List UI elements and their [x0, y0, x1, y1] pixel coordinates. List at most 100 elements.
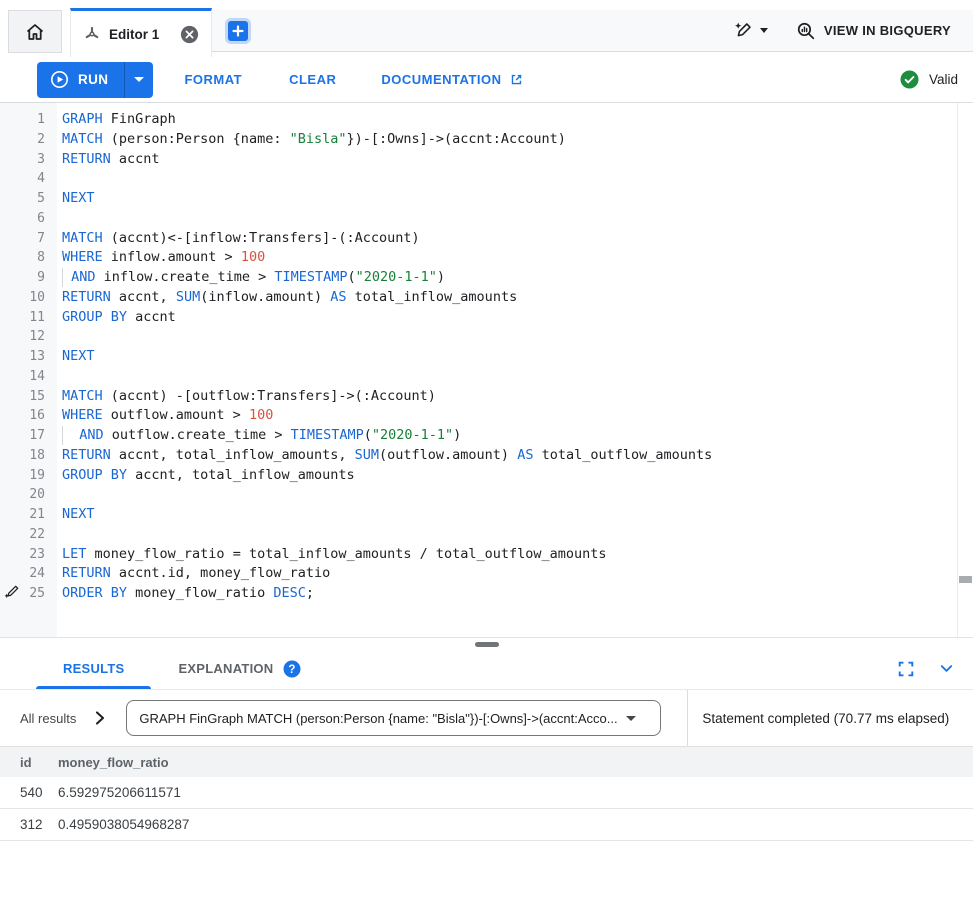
- code-text: MATCH (accnt)<-[inflow:Transfers]-(:Acco…: [62, 229, 420, 249]
- bigquery-studio-window: VIEW IN BIGQUERY Editor 1: [0, 0, 973, 902]
- statement-dropdown[interactable]: GRAPH FinGraph MATCH (person:Person {nam…: [126, 700, 661, 736]
- code-line[interactable]: 2 MATCH (person:Person {name: "Bisla"})-[…: [0, 130, 958, 150]
- all-results-expand-button[interactable]: [91, 709, 109, 727]
- code-editor[interactable]: 1GRAPH FinGraph2 MATCH (person:Person {na…: [0, 103, 973, 638]
- line-number: 9: [0, 268, 45, 288]
- code-line[interactable]: 1GRAPH FinGraph: [0, 110, 958, 130]
- code-line[interactable]: 8WHERE inflow.amount > 100: [0, 248, 958, 268]
- code-line[interactable]: 16WHERE outflow.amount > 100: [0, 406, 958, 426]
- add-editor-tab-button[interactable]: [228, 21, 248, 41]
- caret-down-icon: [760, 28, 768, 33]
- code-line[interactable]: 19 GROUP BY accnt, total_inflow_amounts: [0, 466, 958, 486]
- line-number: 10: [0, 288, 45, 308]
- run-options-button[interactable]: [124, 62, 153, 98]
- code-text: GROUP BY accnt: [62, 308, 176, 328]
- results-panel: RESULTS EXPLANATION ?: [0, 639, 973, 902]
- code-line[interactable]: 21NEXT: [0, 505, 958, 525]
- code-line[interactable]: 22: [0, 525, 958, 545]
- column-header-money-flow-ratio: money_flow_ratio: [58, 755, 973, 770]
- code-text: AND outflow.create_time > TIMESTAMP("202…: [62, 426, 461, 446]
- code-line[interactable]: 4: [0, 169, 958, 189]
- chevron-down-icon: [938, 660, 955, 677]
- editor-scrollbar-thumb[interactable]: [959, 576, 972, 583]
- code-text: RETURN accnt.id, money_flow_ratio: [62, 564, 330, 584]
- code-text: ORDER BY money_flow_ratio DESC;: [62, 584, 314, 604]
- code-line[interactable]: 25ORDER BY money_flow_ratio DESC;: [0, 584, 958, 604]
- play-icon: [50, 70, 69, 89]
- code-text: LET money_flow_ratio = total_inflow_amou…: [62, 545, 607, 565]
- tab-strip: VIEW IN BIGQUERY: [212, 10, 973, 52]
- code-line[interactable]: 15 MATCH (accnt) -[outflow:Transfers]->(:…: [0, 387, 958, 407]
- valid-label: Valid: [929, 72, 958, 87]
- code-line[interactable]: 5NEXT: [0, 189, 958, 209]
- code-line[interactable]: 18RETURN accnt, total_inflow_amounts, SU…: [0, 446, 958, 466]
- results-panel-actions: [897, 648, 973, 689]
- code-text: GRAPH FinGraph: [62, 110, 176, 130]
- query-validity-status: Valid: [900, 70, 958, 89]
- code-text: NEXT: [62, 189, 95, 209]
- column-header-id: id: [0, 755, 58, 770]
- all-results-label: All results: [20, 711, 76, 726]
- home-tab[interactable]: [8, 10, 62, 53]
- results-table-header: id money_flow_ratio: [0, 747, 973, 777]
- tools-icon: [83, 25, 101, 43]
- code-line[interactable]: 3RETURN accnt: [0, 150, 958, 170]
- results-table-body: 5406.5929752066115713120.495903805496828…: [0, 777, 973, 841]
- line-number: 15: [0, 387, 45, 407]
- code-text: RETURN accnt, SUM(inflow.amount) AS tota…: [62, 288, 517, 308]
- code-line[interactable]: 6: [0, 209, 958, 229]
- home-icon: [23, 20, 47, 44]
- collapse-panel-button[interactable]: [938, 660, 955, 677]
- line-number: 2: [0, 130, 45, 150]
- help-icon[interactable]: ?: [283, 660, 301, 678]
- tab-editor-1[interactable]: Editor 1: [70, 8, 212, 57]
- statement-status-section: Statement completed (70.77 ms elapsed): [687, 690, 973, 746]
- cell-id: 540: [0, 785, 58, 800]
- code-line[interactable]: 24RETURN accnt.id, money_flow_ratio: [0, 564, 958, 584]
- view-in-bigquery-button[interactable]: VIEW IN BIGQUERY: [796, 21, 951, 41]
- code-line[interactable]: 10 RETURN accnt, SUM(inflow.amount) AS to…: [0, 288, 958, 308]
- code-line[interactable]: 9 AND inflow.create_time > TIMESTAMP("20…: [0, 268, 958, 288]
- add-tab-icon: [231, 24, 245, 38]
- view-in-bigquery-label: VIEW IN BIGQUERY: [824, 23, 951, 38]
- tab-results[interactable]: RESULTS: [36, 648, 151, 689]
- close-icon[interactable]: [180, 25, 199, 44]
- cell-money-flow-ratio: 0.4959038054968287: [58, 817, 973, 832]
- code-line[interactable]: 23LET money_flow_ratio = total_inflow_am…: [0, 545, 958, 565]
- gemini-assist-menu-button[interactable]: [733, 21, 768, 41]
- documentation-link[interactable]: DOCUMENTATION: [381, 72, 523, 87]
- code-line[interactable]: 11GROUP BY accnt: [0, 308, 958, 328]
- code-line[interactable]: 17 AND outflow.create_time > TIMESTAMP("…: [0, 426, 958, 446]
- line-number: 6: [0, 209, 45, 229]
- statement-status: Statement completed (70.77 ms elapsed): [702, 711, 949, 726]
- code-line[interactable]: 14: [0, 367, 958, 387]
- line-number: 4: [0, 169, 45, 189]
- magic-pen-icon: [733, 21, 753, 41]
- fullscreen-icon: [897, 660, 915, 678]
- code-line[interactable]: 12: [0, 327, 958, 347]
- line-number: 17: [0, 426, 45, 446]
- line-number: 16: [0, 406, 45, 426]
- svg-text:?: ?: [289, 664, 296, 676]
- clear-button[interactable]: CLEAR: [289, 72, 336, 87]
- tabbar-actions: VIEW IN BIGQUERY: [733, 21, 973, 41]
- dropdown-caret-icon: [626, 716, 636, 721]
- drag-handle[interactable]: [475, 642, 499, 647]
- code-text: MATCH (accnt) -[outflow:Transfers]->(:Ac…: [62, 387, 436, 407]
- valid-check-icon: [900, 70, 919, 89]
- line-number: 19: [0, 466, 45, 486]
- gemini-pen-icon[interactable]: [3, 584, 20, 606]
- search-insights-icon: [796, 21, 816, 41]
- code-line[interactable]: 20: [0, 485, 958, 505]
- code-line[interactable]: 7MATCH (accnt)<-[inflow:Transfers]-(:Acc…: [0, 229, 958, 249]
- code-text: GROUP BY accnt, total_inflow_amounts: [62, 466, 355, 486]
- code-line[interactable]: 13NEXT: [0, 347, 958, 367]
- line-number: 3: [0, 150, 45, 170]
- fullscreen-button[interactable]: [897, 660, 915, 678]
- line-number: 18: [0, 446, 45, 466]
- run-button[interactable]: RUN: [37, 62, 124, 98]
- code-text: MATCH (person:Person {name: "Bisla"})-[:…: [62, 130, 566, 150]
- tab-explanation[interactable]: EXPLANATION ?: [164, 648, 315, 689]
- editor-toolbar: RUN FORMAT CLEAR DOCUMENTATION Va: [0, 57, 973, 103]
- format-button[interactable]: FORMAT: [184, 72, 242, 87]
